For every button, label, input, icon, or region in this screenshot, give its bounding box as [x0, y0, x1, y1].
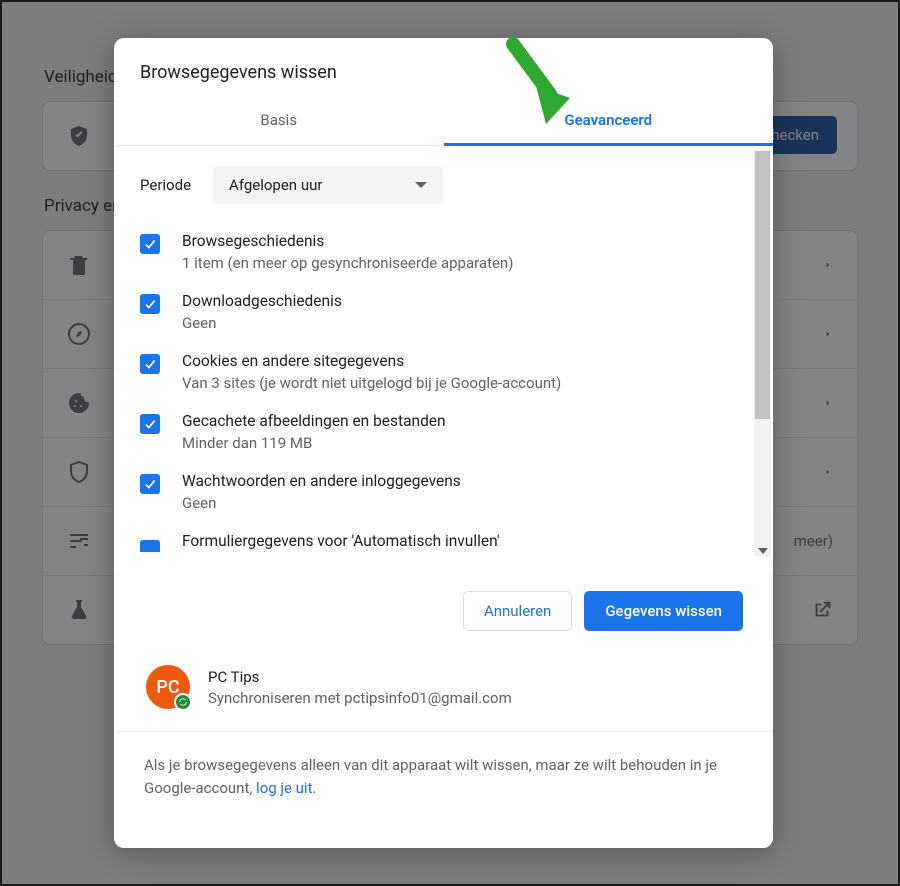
avatar: PC [146, 665, 190, 709]
dialog-title: Browsegegevens wissen [114, 38, 773, 97]
check-item-title: Browsegeschiedenis [182, 232, 513, 250]
check-item-sub: Minder dan 119 MB [182, 434, 446, 452]
checkbox[interactable] [140, 474, 160, 494]
check-item-sub: 1 item (en meer op gesynchroniseerde app… [182, 254, 513, 272]
check-item-browsing-history: Browsegeschiedenis 1 item (en meer op ge… [140, 232, 745, 272]
scrollbar-track[interactable] [754, 150, 771, 556]
account-name: PC Tips [208, 668, 512, 686]
cancel-button[interactable]: Annuleren [463, 591, 572, 631]
check-item-sub: Geen [182, 494, 461, 512]
tab-advanced[interactable]: Geavanceerd [444, 97, 774, 146]
period-select[interactable]: Afgelopen uur [213, 166, 443, 204]
dialog-footer-note: Als je browsegegevens alleen van dit app… [114, 732, 773, 829]
account-row: PC PC Tips Synchroniseren met pctipsinfo… [116, 657, 771, 732]
check-item-sub: Geen [182, 314, 342, 332]
logout-link[interactable]: log je uit [256, 779, 312, 797]
checkbox[interactable] [140, 294, 160, 314]
period-label: Periode [140, 176, 191, 194]
dialog-tabs: Basis Geavanceerd [114, 97, 773, 146]
check-item-autofill: Formuliergegevens voor 'Automatisch invu… [140, 532, 745, 552]
checkbox[interactable] [140, 354, 160, 374]
scrollbar-thumb[interactable] [755, 151, 770, 419]
check-item-title: Downloadgeschiedenis [182, 292, 342, 310]
checkbox[interactable] [140, 414, 160, 434]
dialog-scroll-area: Periode Afgelopen uur Browsegeschiedenis… [114, 146, 773, 561]
check-item-title: Wachtwoorden en andere inloggegevens [182, 472, 461, 490]
check-item-cookies: Cookies en andere sitegegevens Van 3 sit… [140, 352, 745, 392]
clear-data-button[interactable]: Gegevens wissen [584, 591, 743, 631]
check-item-sub: Van 3 sites (je wordt niet uitgelogd bij… [182, 374, 561, 392]
account-sync-label: Synchroniseren met pctipsinfo01@gmail.co… [208, 689, 512, 707]
check-item-title: Formuliergegevens voor 'Automatisch invu… [182, 532, 500, 550]
scrollbar-down-icon[interactable] [758, 548, 768, 554]
check-item-title: Cookies en andere sitegegevens [182, 352, 561, 370]
tab-basic[interactable]: Basis [114, 97, 444, 145]
clear-browsing-data-dialog: Browsegegevens wissen Basis Geavanceerd … [114, 38, 773, 848]
check-item-cached-images: Gecachete afbeeldingen en bestanden Mind… [140, 412, 745, 452]
sync-badge-icon [174, 693, 192, 711]
period-select-value: Afgelopen uur [229, 176, 322, 194]
check-item-download-history: Downloadgeschiedenis Geen [140, 292, 745, 332]
check-item-title: Gecachete afbeeldingen en bestanden [182, 412, 446, 430]
check-item-passwords: Wachtwoorden en andere inloggegevens Gee… [140, 472, 745, 512]
checkbox[interactable] [140, 234, 160, 254]
footer-text-after: . [312, 779, 316, 797]
checkbox[interactable] [140, 540, 160, 552]
caret-down-icon [415, 182, 427, 188]
footer-text-before: Als je browsegegevens alleen van dit app… [144, 756, 717, 797]
